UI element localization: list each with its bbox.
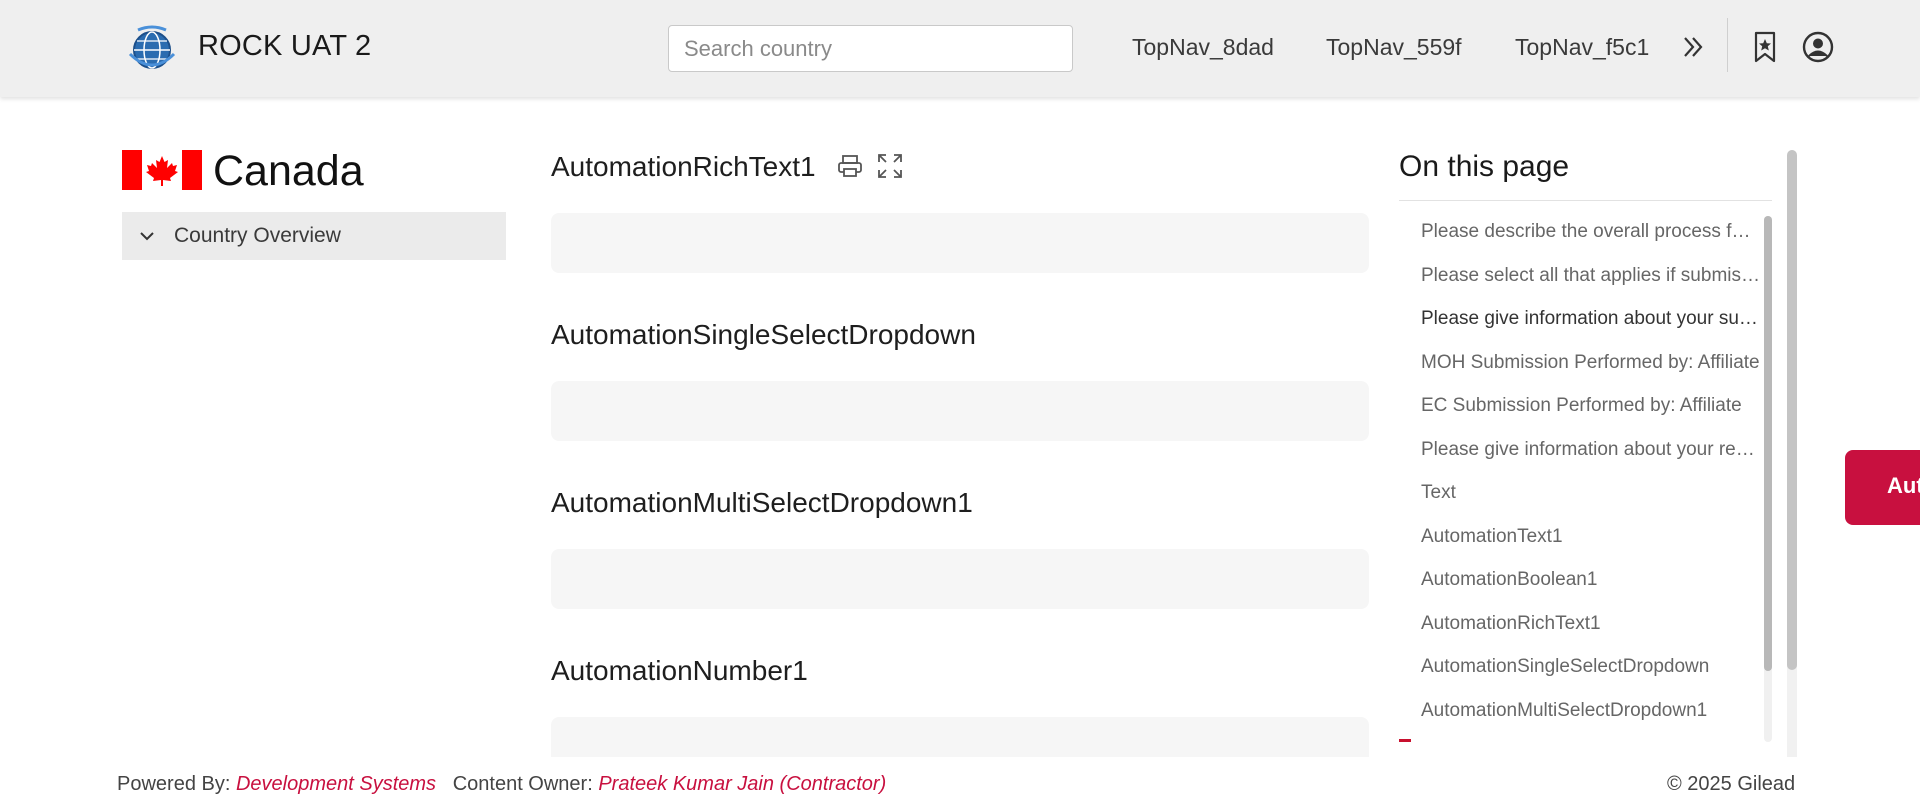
print-icon[interactable]	[836, 152, 864, 180]
user-profile-icon[interactable]	[1802, 31, 1834, 63]
chevron-down-icon	[140, 232, 154, 241]
page-scrollbar-thumb[interactable]	[1787, 150, 1797, 670]
top-header: ROCK UAT 2 TopNav_8dad TopNav_559f TopNa…	[0, 0, 1920, 97]
content-owner-link[interactable]: Prateek Kumar Jain (Contractor)	[598, 773, 886, 795]
bookmark-star-icon[interactable]	[1752, 30, 1778, 64]
canada-flag-icon	[122, 150, 202, 190]
section-title: AutomationRichText1	[551, 151, 816, 182]
toc-item[interactable]: AutomationMultiSelectDropdown1	[1421, 700, 1761, 722]
toc-divider	[1399, 200, 1772, 201]
sidebar-item-label: Country Overview	[174, 224, 341, 247]
toc-item[interactable]: AutomationBoolean1	[1421, 569, 1761, 591]
country-title: Canada	[213, 147, 364, 195]
toc-item-active[interactable]: Please give information about your submi…	[1421, 308, 1761, 330]
floating-side-tab-label: Aut	[1887, 473, 1920, 498]
content-owner-label: Content Owner:	[452, 773, 593, 795]
toc-title: On this page	[1399, 150, 1570, 183]
toc-item[interactable]: AutomationSingleSelectDropdown	[1421, 656, 1761, 678]
floating-side-tab[interactable]: Aut	[1845, 450, 1920, 525]
section-title: AutomationSingleSelectDropdown	[551, 319, 976, 350]
section-title: AutomationMultiSelectDropdown1	[551, 487, 973, 518]
toc-item[interactable]: Please select all that applies if submis…	[1421, 265, 1761, 287]
toc-list: Please describe the overall process for …	[1399, 210, 1772, 740]
search-country-input[interactable]	[668, 25, 1073, 72]
toc-item[interactable]: Please give information about your revie…	[1421, 439, 1761, 461]
sidebar-item-country-overview[interactable]: Country Overview	[122, 212, 506, 260]
powered-by-link[interactable]: Development Systems	[236, 773, 436, 795]
topnav-item-1[interactable]: TopNav_8dad	[1132, 34, 1274, 61]
toc-active-indicator	[1399, 739, 1411, 742]
footer-credits: Powered By: Development Systems Content …	[117, 773, 886, 796]
section-content-box	[551, 381, 1369, 441]
toc-item[interactable]: MOH Submission Performed by: Affiliate	[1421, 352, 1761, 374]
toc-item[interactable]: EC Submission Performed by: Affiliate	[1421, 395, 1761, 417]
topnav-item-2[interactable]: TopNav_559f	[1326, 34, 1462, 61]
toc-item[interactable]: AutomationRichText1	[1421, 613, 1761, 635]
globe-logo-icon[interactable]	[126, 24, 178, 74]
nav-divider	[1727, 18, 1728, 72]
toc-item[interactable]: Please describe the overall process for …	[1421, 221, 1761, 243]
section-title: AutomationNumber1	[551, 655, 808, 686]
section-content-box	[551, 549, 1369, 609]
section-content-box	[551, 213, 1369, 273]
topnav-item-3[interactable]: TopNav_f5c1	[1515, 34, 1649, 61]
double-chevron-right-icon[interactable]	[1680, 32, 1706, 62]
toc-item[interactable]: AutomationText1	[1421, 526, 1761, 548]
toc-scrollbar-thumb[interactable]	[1764, 216, 1772, 671]
toc-item[interactable]: Text	[1421, 482, 1761, 504]
powered-by-label: Powered By:	[117, 773, 231, 795]
fullscreen-expand-icon[interactable]	[876, 152, 904, 180]
copyright: © 2025 Gilead	[1667, 773, 1796, 795]
app-title[interactable]: ROCK UAT 2	[198, 30, 371, 63]
footer: Powered By: Development Systems Content …	[0, 757, 1920, 812]
